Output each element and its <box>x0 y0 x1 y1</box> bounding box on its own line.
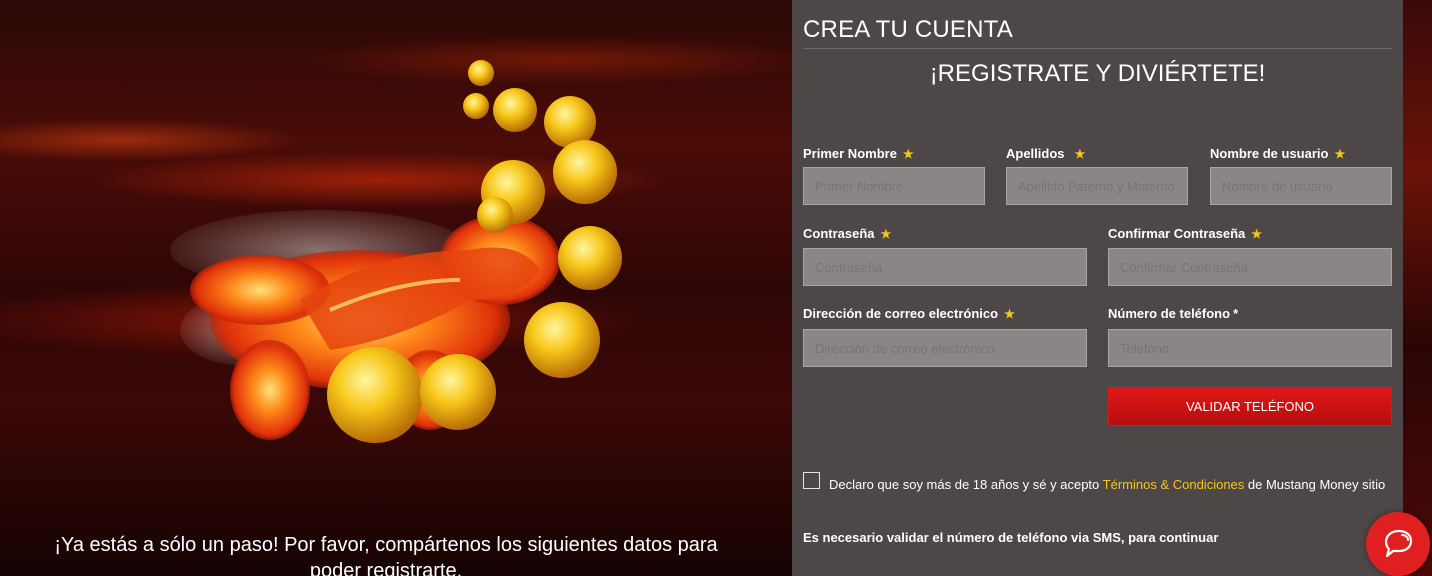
terms-text: Declaro que soy más de 18 años y sé y ac… <box>829 473 1389 496</box>
form-title: CREA TU CUENTA <box>803 16 1013 43</box>
terms-checkbox[interactable] <box>803 472 820 489</box>
registration-panel: CREA TU CUENTA ¡REGISTRATE Y DIVIÉRTETE!… <box>792 0 1403 576</box>
validate-phone-button[interactable]: VALIDAR TELÉFONO <box>1108 387 1392 426</box>
hero-banner: ¡Ya estás a sólo un paso! Por favor, com… <box>0 0 792 576</box>
title-divider <box>803 48 1392 49</box>
password-input[interactable] <box>803 248 1087 286</box>
confirm-password-label-text: Confirmar Contraseña <box>1108 226 1246 241</box>
required-asterisk: * <box>1233 306 1239 321</box>
phone-input[interactable] <box>1108 329 1392 367</box>
sms-validation-note: Es necesario validar el número de teléfo… <box>803 530 1219 545</box>
first-name-label-text: Primer Nombre <box>803 146 897 161</box>
terms-text-before: Declaro que soy más de 18 años y sé y ac… <box>829 477 1103 492</box>
email-input[interactable] <box>803 329 1087 367</box>
required-star: ★ <box>1334 147 1346 161</box>
phone-label-text: Número de teléfono <box>1108 306 1231 321</box>
email-label: Dirección de correo electrónico ★ <box>803 306 1015 321</box>
chat-button[interactable] <box>1366 512 1430 576</box>
fire-horse-coins-illustration <box>170 60 622 443</box>
last-name-label: Apellidos ★ <box>1006 146 1085 161</box>
username-input[interactable] <box>1210 167 1392 205</box>
first-name-input[interactable] <box>803 167 985 205</box>
required-star: ★ <box>902 147 914 161</box>
chat-bubble-icon <box>1384 529 1413 558</box>
password-label: Contraseña ★ <box>803 226 891 241</box>
last-name-input[interactable] <box>1006 167 1188 205</box>
form-subtitle: ¡REGISTRATE Y DIVIÉRTETE! <box>929 60 1266 87</box>
hero-caption: ¡Ya estás a sólo un paso! Por favor, com… <box>54 534 718 576</box>
password-label-text: Contraseña <box>803 226 875 241</box>
confirm-password-label: Confirmar Contraseña ★ <box>1108 226 1262 241</box>
first-name-label: Primer Nombre ★ <box>803 146 914 161</box>
required-star: ★ <box>880 227 892 241</box>
confirm-password-input[interactable] <box>1108 248 1392 286</box>
required-star: ★ <box>1074 147 1086 161</box>
terms-text-after: de Mustang Money sitio <box>1244 477 1386 492</box>
username-label-text: Nombre de usuario <box>1210 146 1329 161</box>
phone-label: Número de teléfono * <box>1108 306 1238 321</box>
terms-link[interactable]: Términos & Condiciones <box>1103 477 1245 492</box>
required-star: ★ <box>1004 307 1015 321</box>
last-name-label-text: Apellidos <box>1006 146 1065 161</box>
email-label-text: Dirección de correo electrónico <box>803 306 999 321</box>
required-star: ★ <box>1251 227 1263 241</box>
username-label: Nombre de usuario ★ <box>1210 146 1345 161</box>
